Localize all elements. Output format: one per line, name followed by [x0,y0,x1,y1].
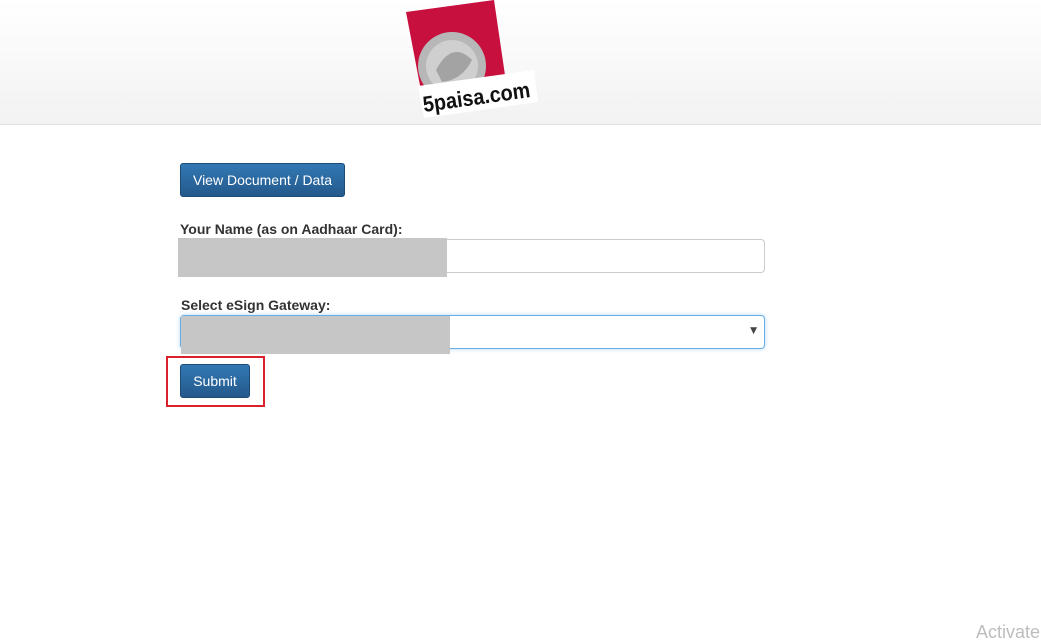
gateway-label: Select eSign Gateway: [181,297,331,313]
5paisa-logo[interactable]: 5paisa.com [402,0,542,122]
activate-watermark: Activate [976,622,1041,642]
page-header: 5paisa.com [0,0,1041,125]
submit-highlight-box [166,356,265,407]
chevron-down-icon: ▼ [750,326,757,336]
view-document-button[interactable]: View Document / Data [180,163,345,197]
name-label: Your Name (as on Aadhaar Card): [180,221,403,237]
redacted-gateway-value [181,316,450,354]
redacted-name-value [178,238,447,277]
